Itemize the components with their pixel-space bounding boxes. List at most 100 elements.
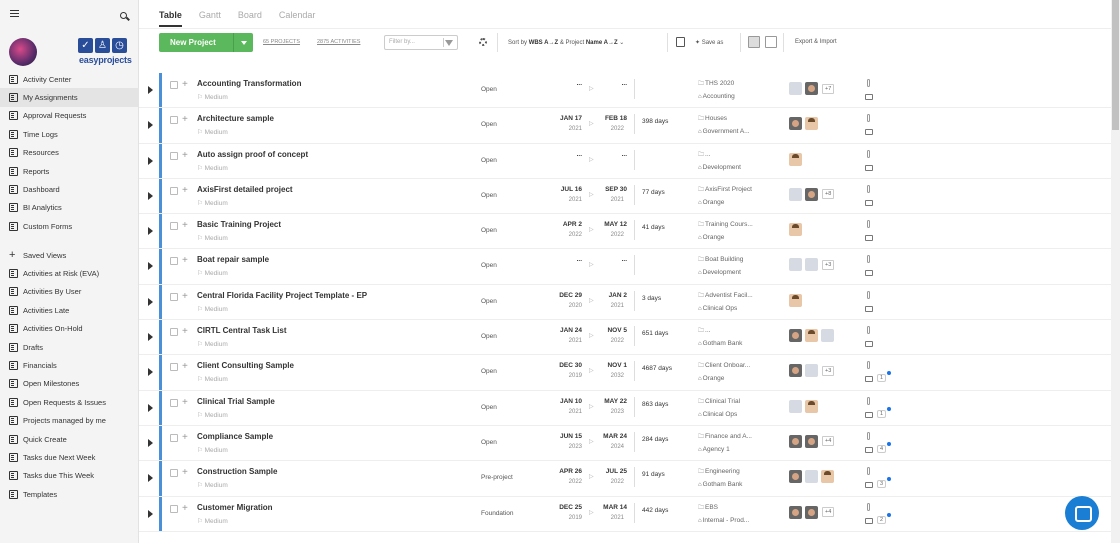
more-assignees-badge[interactable]: +3 [822,365,835,376]
avatar[interactable] [805,82,818,95]
avatar[interactable] [789,505,802,519]
project-name[interactable]: AxisFirst detailed project [197,185,293,194]
end-date[interactable]: MAR 14 [590,504,627,511]
start-date[interactable]: JAN 17 [540,115,582,122]
expand-triangle-icon[interactable] [148,403,153,412]
sidebar-item-my-assignments[interactable]: My Assignments [0,88,139,107]
assignee-avatars[interactable] [789,223,805,237]
sidebar-view-item[interactable]: Financials [0,356,139,374]
row-checkbox[interactable] [170,151,178,160]
expand-triangle-icon[interactable] [148,333,153,342]
row-checkbox[interactable] [170,186,178,195]
row-checkbox[interactable] [170,433,178,442]
avatar[interactable] [821,329,834,343]
expand-triangle-icon[interactable] [148,474,153,483]
row-checkbox[interactable] [170,116,178,125]
priority-label[interactable]: Medium [197,446,228,454]
portfolio-name[interactable]: EBS [698,503,718,513]
new-project-button[interactable]: New Project [159,33,253,52]
avatar[interactable] [789,329,802,343]
expand-triangle-icon[interactable] [148,191,153,200]
avatar[interactable] [789,117,802,131]
avatar[interactable] [805,505,818,519]
portfolio-name[interactable]: Training Cours... [698,220,753,230]
add-plus-icon[interactable]: + [182,150,188,161]
add-plus-icon[interactable]: + [182,467,188,478]
portfolio-name[interactable]: Engineering [698,467,740,477]
sidebar-view-item[interactable]: Projects managed by me [0,412,139,430]
avatar[interactable] [805,470,818,484]
sidebar-item-time-logs[interactable]: Time Logs [0,125,139,143]
attachment-icon[interactable] [867,220,870,229]
client-name[interactable]: Orange [698,375,725,382]
sidebar-item-reports[interactable]: Reports [0,162,139,180]
sidebar-view-item[interactable]: Open Milestones [0,375,139,393]
comment-count[interactable]: 2 [877,515,887,524]
end-date[interactable]: NOV 1 [590,362,627,369]
save-icon[interactable] [676,37,685,47]
project-name[interactable]: CIRTL Central Task List [197,326,287,335]
end-date[interactable]: MAY 22 [590,398,627,405]
attachment-icon[interactable] [867,502,870,511]
end-date[interactable]: SEP 30 [590,186,627,193]
assignee-avatars[interactable]: +3 [789,364,835,378]
client-name[interactable]: Clinical Ops [698,305,738,312]
project-status[interactable]: Open [481,333,497,340]
comment-icon[interactable] [865,341,873,348]
avatar[interactable] [805,434,818,448]
sidebar-view-item[interactable]: Activities On-Hold [0,320,139,338]
filter-funnel-icon[interactable] [445,40,453,46]
expand-triangle-icon[interactable] [148,297,153,306]
attachment-icon[interactable] [867,255,870,264]
start-date[interactable]: JAN 10 [540,398,582,405]
assignee-avatars[interactable] [789,329,837,343]
sidebar-view-item[interactable]: Open Requests & Issues [0,393,139,411]
client-name[interactable]: Agency 1 [698,446,730,453]
assignee-avatars[interactable] [789,117,821,131]
comment-count[interactable]: 1 [877,374,887,383]
comment-icon[interactable] [865,129,873,136]
assignee-avatars[interactable]: +3 [789,258,835,272]
sidebar-view-item[interactable]: Tasks due This Week [0,467,139,485]
sidebar-item-bi-analytics[interactable]: BI Analytics [0,199,139,217]
sidebar-view-item[interactable]: Activities at Risk (EVA) [0,264,139,282]
start-date[interactable]: JAN 24 [540,327,582,334]
project-status[interactable]: Open [481,121,497,128]
row-checkbox[interactable] [170,222,178,231]
priority-label[interactable]: Medium [197,375,228,383]
row-checkbox[interactable] [170,398,178,407]
more-assignees-badge[interactable]: +7 [822,83,835,94]
comment-icon[interactable] [865,446,873,453]
filter-input[interactable]: Filter by... [384,35,458,50]
add-plus-icon[interactable]: + [182,397,188,408]
easyprojects-logo[interactable]: ✓ ♙ ◷ easyprojects [78,38,132,68]
end-date[interactable]: JAN 2 [590,292,627,299]
attachment-icon[interactable] [867,290,870,299]
start-date[interactable]: DEC 25 [540,504,582,511]
end-date[interactable]: ... [590,151,627,158]
comment-icon[interactable] [865,376,873,383]
save-as-button[interactable]: ✦ Save as [695,39,723,46]
assignee-avatars[interactable] [789,399,821,413]
row-checkbox[interactable] [170,363,178,372]
row-checkbox[interactable] [170,328,178,337]
attachment-icon[interactable] [867,184,870,193]
expand-triangle-icon[interactable] [148,86,153,94]
sidebar-item-dashboard[interactable]: Dashboard [0,180,139,198]
sidebar-view-item[interactable]: Activities By User [0,283,139,301]
add-plus-icon[interactable]: + [182,79,188,90]
start-date[interactable]: ... [540,256,582,263]
comment-icon[interactable] [865,411,873,418]
project-status[interactable]: Open [481,262,497,269]
portfolio-name[interactable]: ... [698,150,710,160]
tree-view-icon[interactable] [748,36,760,48]
list-view-icon[interactable] [765,36,777,48]
portfolio-name[interactable]: Adventist Facil... [698,291,753,301]
comment-count[interactable]: 4 [877,444,887,453]
portfolio-name[interactable]: Boat Building [698,255,743,265]
row-checkbox[interactable] [170,469,178,478]
avatar[interactable] [789,364,802,378]
new-project-dropdown-button[interactable] [233,33,253,52]
sidebar-view-item[interactable]: Activities Late [0,301,139,319]
sidebar-item-resources[interactable]: Resources [0,144,139,162]
